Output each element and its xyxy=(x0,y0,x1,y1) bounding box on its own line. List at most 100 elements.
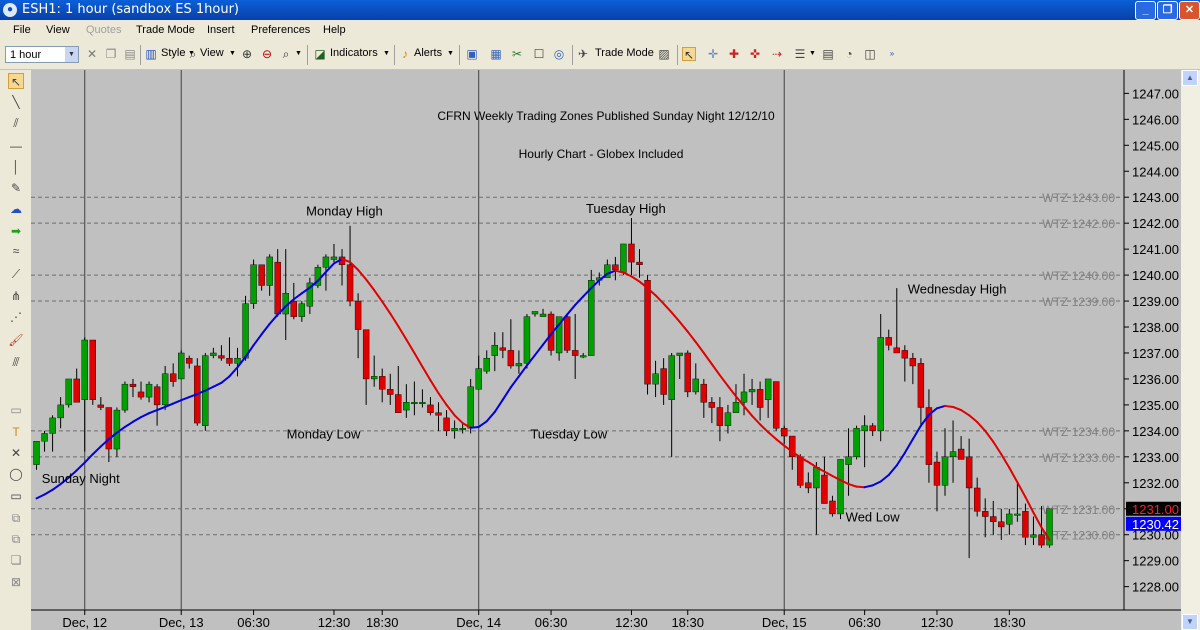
y-tick-label: 1237.00 xyxy=(1132,346,1179,361)
ray-icon[interactable]: ⇢ xyxy=(770,47,784,61)
view-button[interactable]: View xyxy=(200,47,224,63)
menu-quotes[interactable]: Quotes xyxy=(86,24,121,36)
candle-bull xyxy=(210,352,217,356)
menu-insert[interactable]: Insert xyxy=(207,24,235,36)
zoom-icon[interactable]: ⌕ xyxy=(279,47,293,61)
candle-bull xyxy=(941,456,949,486)
list-icon[interactable]: ☰ xyxy=(793,47,807,61)
zone-label: WTZ 1230.00 xyxy=(1042,529,1115,543)
copy-icon[interactable]: ❐ xyxy=(104,47,118,61)
candle-bull xyxy=(121,383,129,411)
list-dropdown-icon[interactable]: ▼ xyxy=(809,50,816,66)
candle-bear xyxy=(644,280,651,385)
candle-bull xyxy=(467,386,474,429)
lock-icon[interactable]: ▨ xyxy=(657,47,671,61)
channel-icon[interactable]: ⫽ xyxy=(8,115,24,131)
y-tick-label: 1238.00 xyxy=(1132,320,1179,335)
grid-icon[interactable]: ▤ xyxy=(821,47,835,61)
chart-icon[interactable]: ▦ xyxy=(489,47,503,61)
page-icon[interactable]: ☐ xyxy=(532,47,546,61)
candle-bear xyxy=(869,425,876,432)
ellipse-icon[interactable]: ◯ xyxy=(8,466,24,482)
candle-bear xyxy=(226,357,233,364)
style-button[interactable]: Style xyxy=(161,47,185,63)
brush-icon[interactable]: 🖌 xyxy=(8,332,24,348)
ruler-icon[interactable]: ▭ xyxy=(8,402,24,418)
vertical-line-icon[interactable]: │ xyxy=(8,159,24,175)
point-icon[interactable]: ✜ xyxy=(748,47,762,61)
moving-average-segment xyxy=(469,425,480,429)
scroll-up-icon[interactable]: ▲ xyxy=(1182,70,1198,86)
candle-bull xyxy=(65,378,72,406)
timeframe-select[interactable]: 1 hour ▼ xyxy=(5,46,79,63)
restore-button[interactable]: ❐ xyxy=(1157,1,1178,20)
zoom-in-icon[interactable]: ⊕ xyxy=(240,47,254,61)
gauge-icon[interactable]: ◔ xyxy=(842,47,856,61)
alerts-button[interactable]: Alerts xyxy=(414,47,442,63)
layers-icon[interactable]: ⧉ xyxy=(8,510,24,526)
candle-bull xyxy=(740,391,748,403)
group-icon[interactable]: ❏ xyxy=(8,552,24,568)
candle-bull xyxy=(620,243,627,273)
candle-bull xyxy=(298,303,306,317)
zone-label: WTZ 1240.00 xyxy=(1042,269,1115,283)
menu-view[interactable]: View xyxy=(46,24,70,36)
candle-bear xyxy=(829,500,836,515)
fan-icon[interactable]: ⟋ xyxy=(8,266,24,282)
alerts-dropdown-icon[interactable]: ▼ xyxy=(447,50,454,66)
chart-area[interactable]: CFRN Weekly Trading Zones Published Sund… xyxy=(31,70,1200,630)
pitchfork-icon[interactable]: ⋔ xyxy=(8,288,24,304)
minimize-button[interactable]: _ xyxy=(1135,1,1156,20)
indicators-button[interactable]: Indicators xyxy=(330,47,378,63)
x-mark-icon[interactable]: ✕ xyxy=(8,445,24,461)
candle-bull xyxy=(145,383,153,398)
scissors-icon[interactable]: ✂ xyxy=(510,47,524,61)
line-icon[interactable]: ╲ xyxy=(8,94,24,110)
text-icon[interactable]: T xyxy=(8,424,24,440)
candle-bull xyxy=(580,355,587,358)
view-dropdown-icon[interactable]: ▼ xyxy=(229,50,236,66)
vertical-scrollbar[interactable]: ▲ ▼ xyxy=(1181,70,1200,630)
scroll-down-icon[interactable]: ▼ xyxy=(1182,614,1198,630)
candle-bull xyxy=(652,373,659,385)
horizontal-line-icon[interactable]: — xyxy=(8,138,24,154)
candle-bear xyxy=(628,243,635,263)
delete-drawing-icon[interactable]: ⊠ xyxy=(8,574,24,590)
candle-bear xyxy=(73,378,80,403)
window-title: ESH1: 1 hour (sandbox ES 1hour) xyxy=(22,2,239,17)
pointer-icon[interactable]: ↖ xyxy=(682,47,696,62)
zoom-dropdown-icon[interactable]: ▼ xyxy=(295,50,302,66)
fib-lines-icon[interactable]: ⫻ xyxy=(8,354,24,370)
speech-bubble-icon[interactable]: ☁ xyxy=(8,201,24,217)
trade-mode-button[interactable]: Trade Mode xyxy=(595,47,654,63)
candle-bull xyxy=(451,428,458,432)
x-tick-label: Dec, 15 xyxy=(762,615,807,630)
swirl-icon[interactable]: ◎ xyxy=(552,47,566,61)
print-icon[interactable]: ▤ xyxy=(123,47,137,61)
note-icon[interactable]: ✎ xyxy=(8,180,24,196)
menu-preferences[interactable]: Preferences xyxy=(251,24,310,36)
dom-icon[interactable]: ▣ xyxy=(465,47,479,61)
pointer-icon[interactable]: ↖ xyxy=(8,73,24,89)
rectangle-icon[interactable]: ▭ xyxy=(8,488,24,504)
overflow-icon[interactable]: » xyxy=(885,47,899,61)
clone-icon[interactable]: ⧉ xyxy=(8,531,24,547)
menu-file[interactable]: File xyxy=(13,24,31,36)
candle-bull xyxy=(250,264,257,304)
wave-icon[interactable]: ≈ xyxy=(8,243,24,259)
arrow-icon[interactable]: ➡ xyxy=(8,223,24,239)
menu-trade-mode[interactable]: Trade Mode xyxy=(136,24,195,36)
windows-icon[interactable]: ◫ xyxy=(863,47,877,61)
y-tick-label: 1239.00 xyxy=(1132,294,1179,309)
crosshair-icon[interactable]: ✛ xyxy=(706,47,720,61)
crosshair-red-icon[interactable]: ✚ xyxy=(727,47,741,61)
cross-icon[interactable]: ✕ xyxy=(85,47,99,61)
close-button[interactable]: ✕ xyxy=(1179,1,1200,20)
candle-bear xyxy=(781,428,788,437)
zoom-out-icon[interactable]: ⊖ xyxy=(260,47,274,61)
price-chart[interactable]: CFRN Weekly Trading Zones Published Sund… xyxy=(31,70,1181,630)
fib-fan-icon[interactable]: ⋰ xyxy=(8,309,24,325)
price-marker-label: 1231.00 xyxy=(1132,502,1179,517)
indicators-dropdown-icon[interactable]: ▼ xyxy=(383,50,390,66)
menu-help[interactable]: Help xyxy=(323,24,346,36)
